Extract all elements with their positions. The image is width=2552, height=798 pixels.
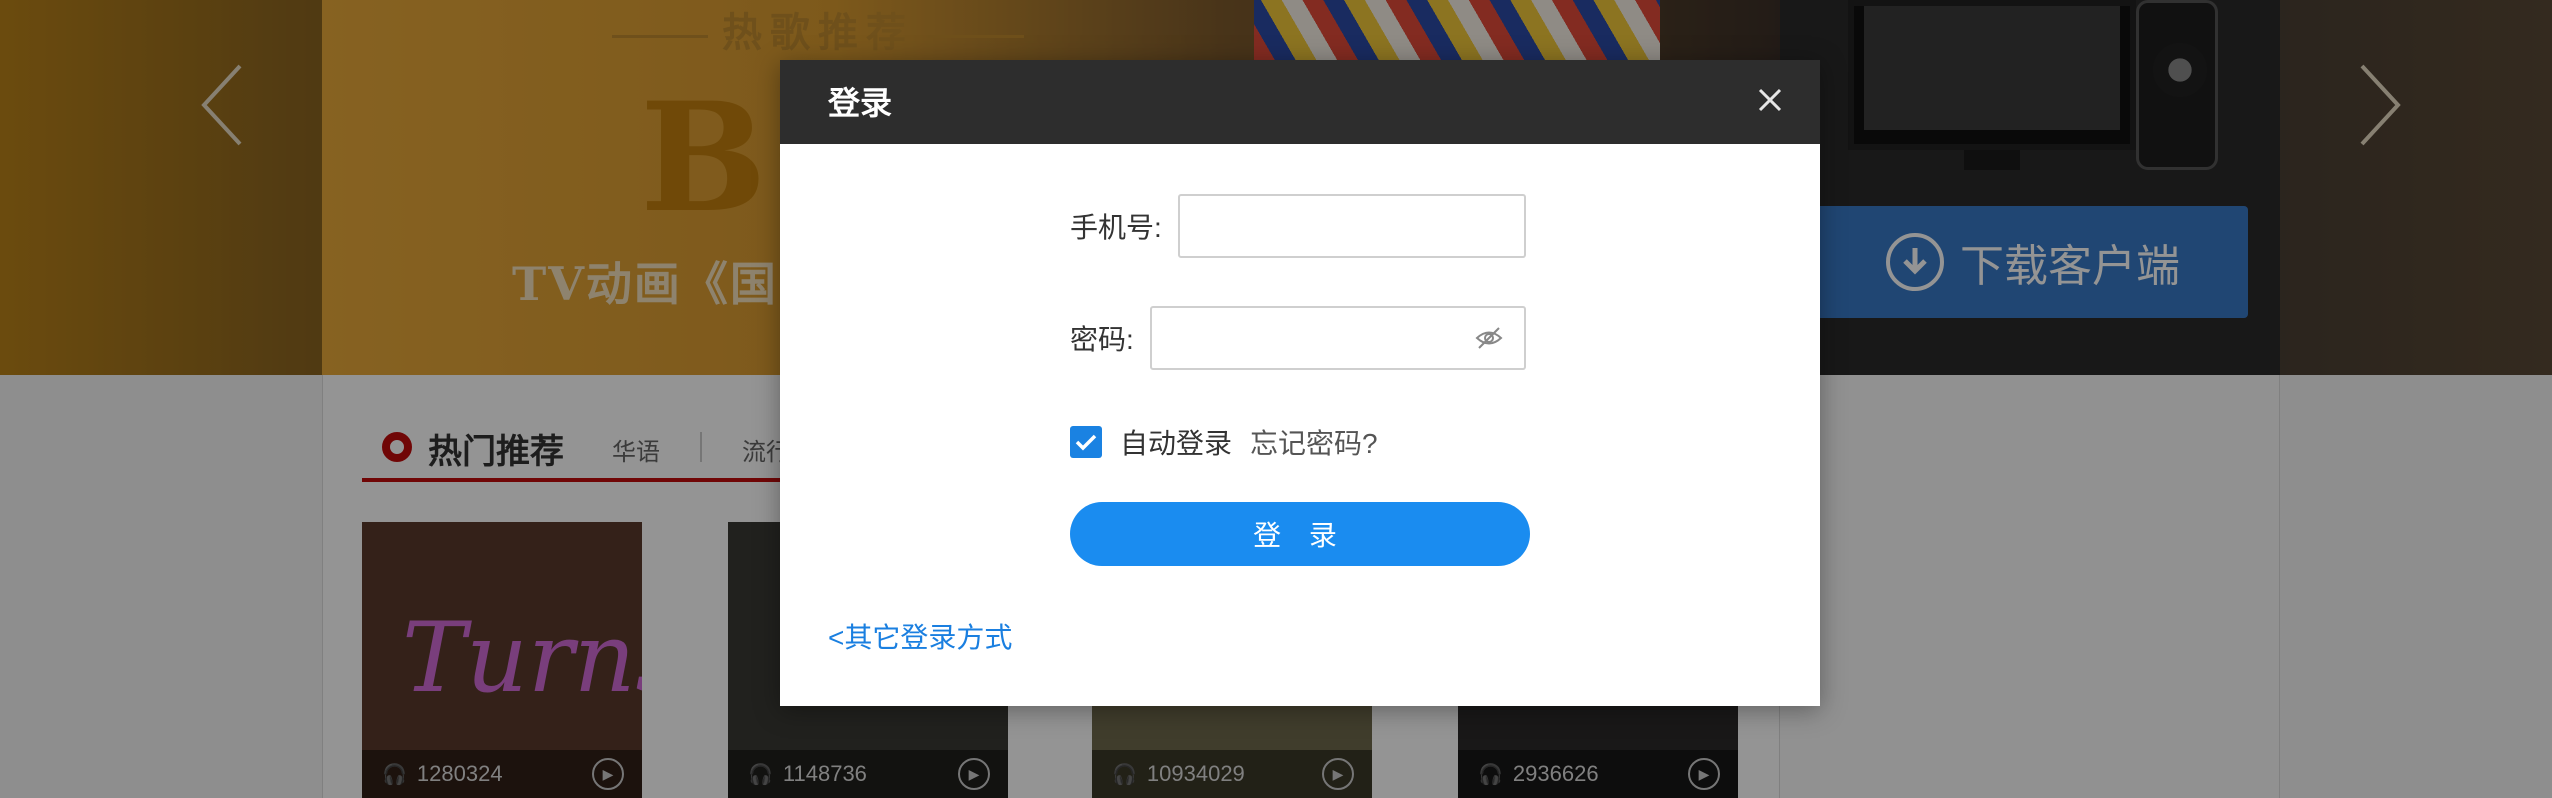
password-input[interactable]	[1149, 306, 1526, 370]
phone-input[interactable]	[1177, 194, 1526, 258]
auto-login-checkbox[interactable]	[1070, 426, 1102, 458]
other-login-methods-link[interactable]: <其它登录方式	[828, 616, 1012, 656]
close-icon[interactable]	[1750, 80, 1790, 120]
dialog-header[interactable]: 登录	[780, 60, 1820, 144]
password-row: 密码:	[1070, 306, 1526, 370]
forgot-password-link[interactable]: 忘记密码?	[1250, 422, 1378, 462]
check-icon	[1075, 434, 1097, 451]
eye-hidden-icon[interactable]	[1474, 324, 1504, 352]
phone-label: 手机号:	[1070, 212, 1162, 243]
auto-login-label[interactable]: 自动登录	[1120, 422, 1232, 462]
password-field-wrap	[1149, 306, 1526, 370]
login-dialog: 登录 手机号: 密码: 自动登录 忘记密码? 登 录 <其它登录方式	[780, 60, 1820, 706]
dialog-title: 登录	[828, 85, 893, 121]
password-label: 密码:	[1070, 324, 1134, 355]
auto-login-row: 自动登录 忘记密码?	[1070, 422, 1378, 462]
phone-row: 手机号:	[1070, 194, 1526, 258]
login-button[interactable]: 登 录	[1070, 502, 1530, 566]
